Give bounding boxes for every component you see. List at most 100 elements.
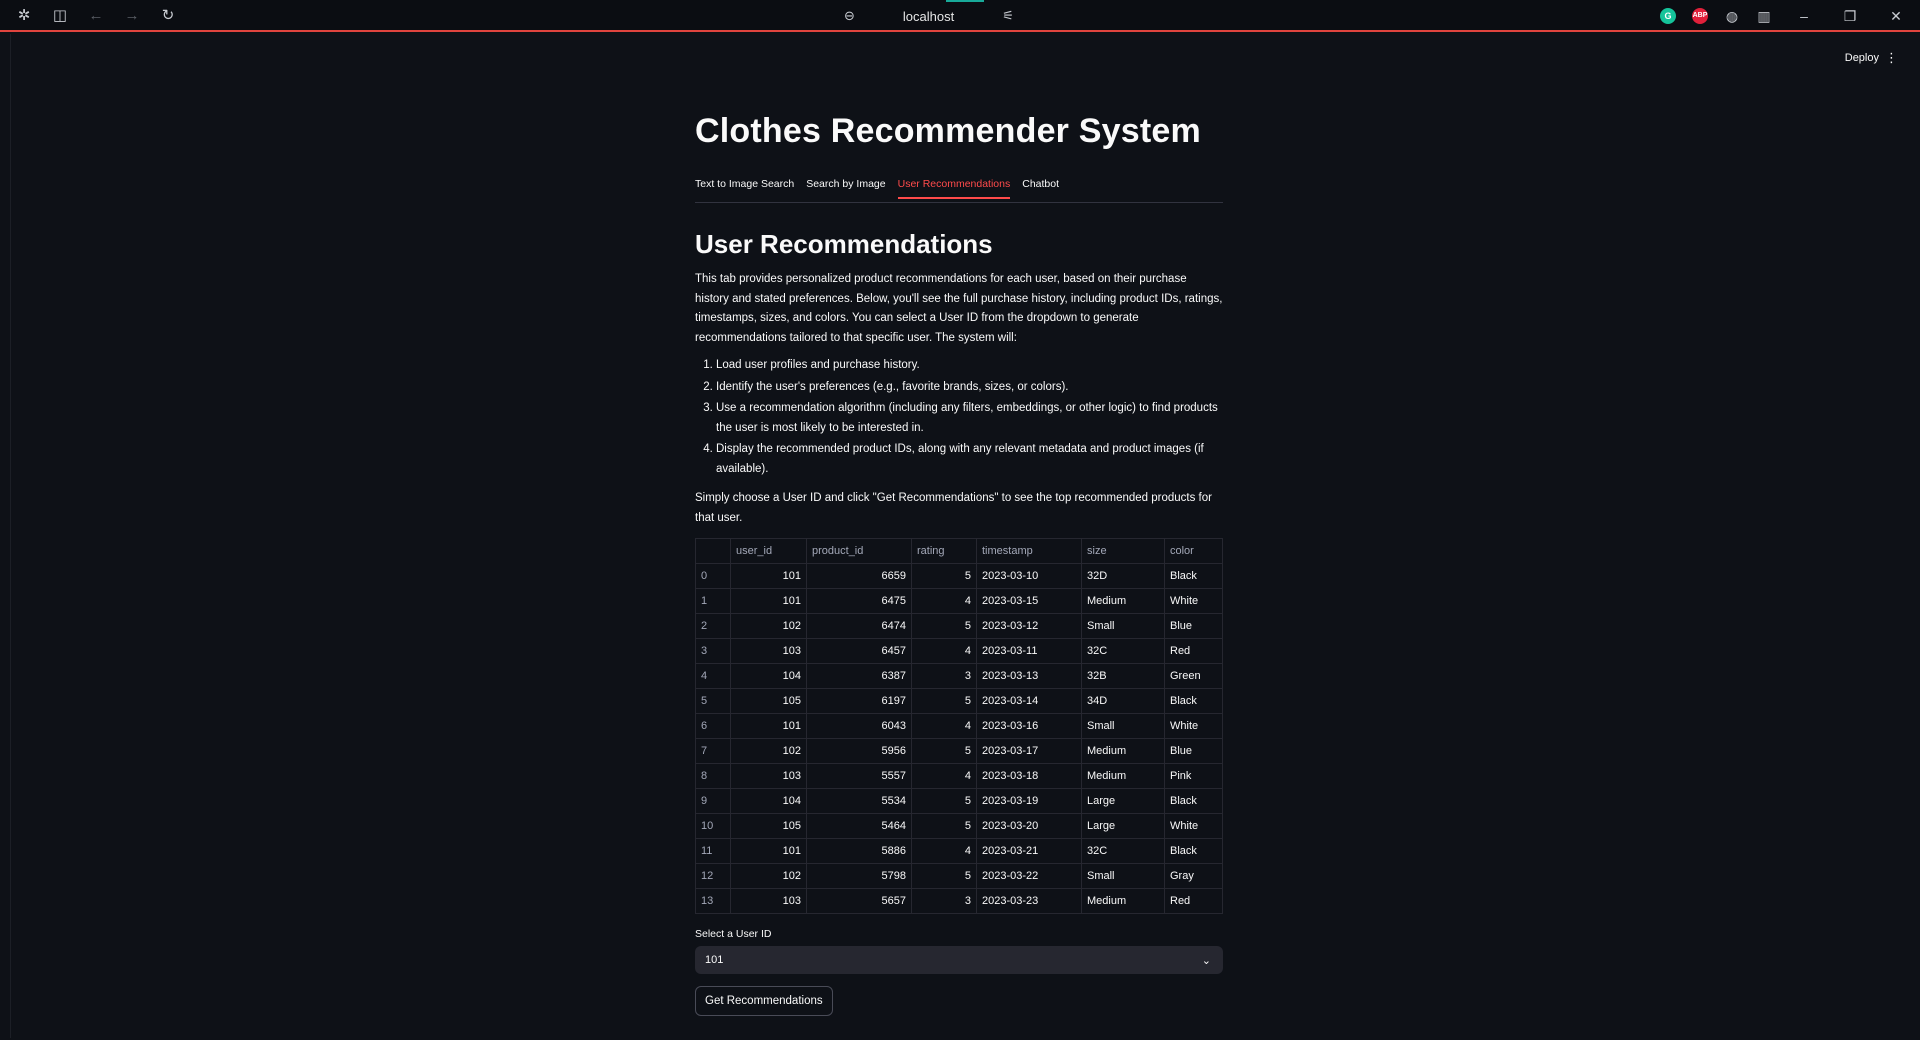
- timestamp-cell[interactable]: 2023-03-13: [976, 663, 1082, 689]
- color-cell[interactable]: Gray: [1164, 863, 1223, 889]
- table-row[interactable]: 8 103 5557 4 2023-03-18 Medium Pink: [695, 763, 1223, 789]
- color-cell[interactable]: Black: [1164, 838, 1223, 864]
- purchase-history-table[interactable]: user_id product_id rating timestamp size…: [695, 538, 1223, 914]
- row-index[interactable]: 13: [695, 888, 731, 914]
- forward-arrow-icon[interactable]: →: [122, 6, 142, 26]
- product-id-cell[interactable]: 6474: [806, 613, 912, 639]
- row-index[interactable]: 10: [695, 813, 731, 839]
- user-id-select[interactable]: 101 ⌄: [695, 946, 1223, 974]
- product-id-cell[interactable]: 5657: [806, 888, 912, 914]
- table-row[interactable]: 13 103 5657 3 2023-03-23 Medium Red: [695, 888, 1223, 914]
- row-index[interactable]: 1: [695, 588, 731, 614]
- user-id-cell[interactable]: 102: [730, 613, 807, 639]
- row-index[interactable]: 5: [695, 688, 731, 714]
- row-index[interactable]: 0: [695, 563, 731, 589]
- user-id-cell[interactable]: 105: [730, 813, 807, 839]
- product-id-cell[interactable]: 6197: [806, 688, 912, 714]
- product-id-cell[interactable]: 6457: [806, 638, 912, 664]
- user-id-cell[interactable]: 101: [730, 588, 807, 614]
- timestamp-cell[interactable]: 2023-03-12: [976, 613, 1082, 639]
- user-id-cell[interactable]: 104: [730, 788, 807, 814]
- product-id-cell[interactable]: 5956: [806, 738, 912, 764]
- main-menu-icon[interactable]: ⋮: [1885, 50, 1898, 66]
- deploy-button[interactable]: Deploy: [1845, 52, 1879, 64]
- rating-cell[interactable]: 3: [911, 888, 977, 914]
- size-cell[interactable]: Large: [1081, 788, 1165, 814]
- row-index[interactable]: 9: [695, 788, 731, 814]
- tab-chatbot[interactable]: Chatbot: [1022, 176, 1059, 202]
- product-id-cell[interactable]: 6043: [806, 713, 912, 739]
- user-id-cell[interactable]: 103: [730, 763, 807, 789]
- timestamp-cell[interactable]: 2023-03-20: [976, 813, 1082, 839]
- size-cell[interactable]: Medium: [1081, 888, 1165, 914]
- sidebar-toggle-icon[interactable]: ◫: [50, 6, 70, 26]
- user-id-cell[interactable]: 102: [730, 863, 807, 889]
- timestamp-cell[interactable]: 2023-03-22: [976, 863, 1082, 889]
- color-cell[interactable]: Red: [1164, 638, 1223, 664]
- product-id-cell[interactable]: 6387: [806, 663, 912, 689]
- row-index[interactable]: 4: [695, 663, 731, 689]
- user-id-header[interactable]: user_id: [730, 538, 807, 564]
- color-header[interactable]: color: [1164, 538, 1223, 564]
- size-cell[interactable]: 32C: [1081, 838, 1165, 864]
- timestamp-header[interactable]: timestamp: [976, 538, 1082, 564]
- user-id-cell[interactable]: 105: [730, 688, 807, 714]
- table-row[interactable]: 11 101 5886 4 2023-03-21 32C Black: [695, 838, 1223, 864]
- table-row[interactable]: 7 102 5956 5 2023-03-17 Medium Blue: [695, 738, 1223, 764]
- color-cell[interactable]: Blue: [1164, 613, 1223, 639]
- table-row[interactable]: 1 101 6475 4 2023-03-15 Medium White: [695, 588, 1223, 614]
- restore-icon[interactable]: ❐: [1840, 6, 1860, 26]
- reload-icon[interactable]: ↻: [158, 6, 178, 26]
- size-cell[interactable]: Medium: [1081, 738, 1165, 764]
- user-id-cell[interactable]: 101: [730, 838, 807, 864]
- close-icon[interactable]: ✕: [1886, 6, 1906, 26]
- rating-cell[interactable]: 5: [911, 688, 977, 714]
- product-id-cell[interactable]: 5798: [806, 863, 912, 889]
- rating-cell[interactable]: 4: [911, 638, 977, 664]
- timestamp-cell[interactable]: 2023-03-17: [976, 738, 1082, 764]
- color-cell[interactable]: White: [1164, 813, 1223, 839]
- timestamp-cell[interactable]: 2023-03-21: [976, 838, 1082, 864]
- user-id-cell[interactable]: 101: [730, 563, 807, 589]
- row-index[interactable]: 11: [695, 838, 731, 864]
- timestamp-cell[interactable]: 2023-03-18: [976, 763, 1082, 789]
- rating-cell[interactable]: 5: [911, 813, 977, 839]
- size-header[interactable]: size: [1081, 538, 1165, 564]
- address-bar[interactable]: ⊖ localhost ⚟: [844, 6, 1014, 26]
- size-cell[interactable]: Large: [1081, 813, 1165, 839]
- size-cell[interactable]: Small: [1081, 713, 1165, 739]
- product-id-cell[interactable]: 6659: [806, 563, 912, 589]
- timestamp-cell[interactable]: 2023-03-10: [976, 563, 1082, 589]
- tab-search-by-image[interactable]: Search by Image: [806, 176, 885, 202]
- user-id-cell[interactable]: 101: [730, 713, 807, 739]
- table-row[interactable]: 0 101 6659 5 2023-03-10 32D Black: [695, 563, 1223, 589]
- size-cell[interactable]: Medium: [1081, 588, 1165, 614]
- index-header[interactable]: [695, 538, 731, 564]
- globe-icon[interactable]: ◍: [1722, 6, 1742, 26]
- product-id-cell[interactable]: 5886: [806, 838, 912, 864]
- product-id-cell[interactable]: 5534: [806, 788, 912, 814]
- color-cell[interactable]: Green: [1164, 663, 1223, 689]
- rating-cell[interactable]: 4: [911, 763, 977, 789]
- rating-cell[interactable]: 4: [911, 838, 977, 864]
- user-id-cell[interactable]: 103: [730, 638, 807, 664]
- row-index[interactable]: 6: [695, 713, 731, 739]
- tab-text-to-image-search[interactable]: Text to Image Search: [695, 176, 794, 202]
- table-row[interactable]: 3 103 6457 4 2023-03-11 32C Red: [695, 638, 1223, 664]
- color-cell[interactable]: Pink: [1164, 763, 1223, 789]
- rating-cell[interactable]: 5: [911, 863, 977, 889]
- rating-cell[interactable]: 5: [911, 738, 977, 764]
- rating-cell[interactable]: 4: [911, 713, 977, 739]
- color-cell[interactable]: Black: [1164, 563, 1223, 589]
- user-id-cell[interactable]: 102: [730, 738, 807, 764]
- split-view-icon[interactable]: ▥: [1754, 6, 1774, 26]
- rating-cell[interactable]: 5: [911, 788, 977, 814]
- product-id-cell[interactable]: 5557: [806, 763, 912, 789]
- table-row[interactable]: 6 101 6043 4 2023-03-16 Small White: [695, 713, 1223, 739]
- timestamp-cell[interactable]: 2023-03-14: [976, 688, 1082, 714]
- rating-cell[interactable]: 5: [911, 613, 977, 639]
- product-id-header[interactable]: product_id: [806, 538, 912, 564]
- timestamp-cell[interactable]: 2023-03-23: [976, 888, 1082, 914]
- table-row[interactable]: 9 104 5534 5 2023-03-19 Large Black: [695, 788, 1223, 814]
- rating-cell[interactable]: 4: [911, 588, 977, 614]
